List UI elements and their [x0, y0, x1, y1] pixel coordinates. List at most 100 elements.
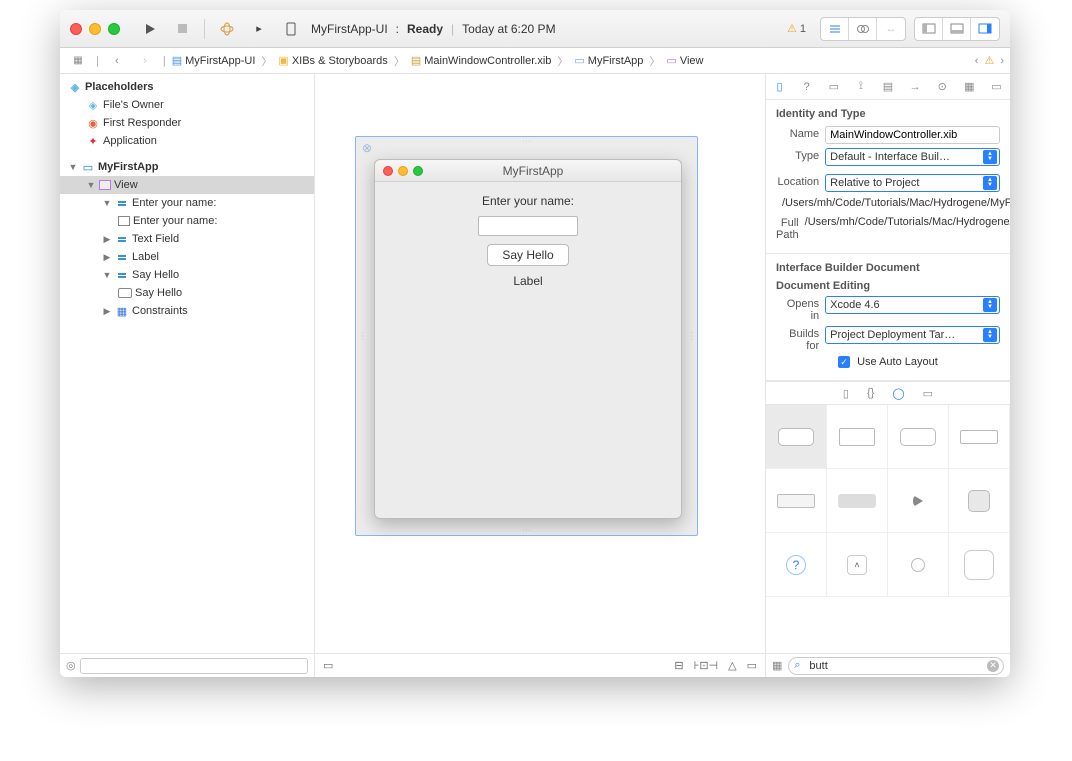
- panel-visibility-segmented[interactable]: [914, 17, 1000, 41]
- recessed-button-item[interactable]: [827, 469, 888, 533]
- sayhello-button-item[interactable]: ▼ Say Hello: [60, 266, 314, 284]
- issue-warning-icon[interactable]: ⚠: [984, 54, 994, 67]
- textured-button-item[interactable]: [949, 405, 1010, 469]
- object-library-grid[interactable]: ? ˄: [766, 405, 1010, 653]
- disclosure-button-item[interactable]: [888, 469, 949, 533]
- disclosure-icon[interactable]: ▶: [102, 234, 112, 245]
- standard-editor-icon[interactable]: [821, 18, 849, 40]
- left-panel-icon[interactable]: [915, 18, 943, 40]
- align-icon[interactable]: ⊟: [674, 659, 683, 672]
- location-select[interactable]: Relative to Project ▲▼: [825, 174, 1000, 192]
- type-select[interactable]: Default - Interface Buil… ▲▼: [825, 148, 1000, 166]
- filter-icon[interactable]: ◎: [66, 659, 76, 672]
- attributes-inspector-icon[interactable]: ⟟: [851, 80, 871, 93]
- assistant-editor-icon[interactable]: [849, 18, 877, 40]
- next-issue-icon[interactable]: ›: [1000, 55, 1004, 67]
- preview-window[interactable]: MyFirstApp Enter your name: Say Hello La…: [374, 159, 682, 519]
- auto-layout-row[interactable]: ✓ Use Auto Layout: [838, 356, 1000, 369]
- handle-icon[interactable]: ⋯: [686, 331, 697, 341]
- quick-help-icon[interactable]: ?: [797, 81, 817, 93]
- path-project[interactable]: MyFirstApp-UI: [185, 55, 255, 67]
- size-inspector-icon[interactable]: ▤: [878, 80, 898, 93]
- version-editor-icon[interactable]: ↔: [877, 18, 905, 40]
- label-item[interactable]: ▶ Label: [60, 248, 314, 266]
- scheme-device-icon[interactable]: [279, 18, 303, 40]
- outline-tree[interactable]: ◈ Placeholders ◈ File's Owner ◉ First Re…: [60, 74, 314, 653]
- gradient-button-item[interactable]: [827, 405, 888, 469]
- disclosure-icon[interactable]: ▼: [102, 198, 112, 208]
- preview-minimize-icon[interactable]: [398, 166, 408, 176]
- back-icon[interactable]: ‹: [105, 50, 129, 72]
- disclosure-icon[interactable]: ▼: [86, 180, 96, 190]
- resize-icon[interactable]: ▭: [747, 659, 757, 672]
- rounded-textured-item[interactable]: [949, 533, 1010, 597]
- file-template-icon[interactable]: ▯: [843, 387, 849, 400]
- jump-bar[interactable]: ▦ | ‹ › | ▤MyFirstApp-UI 〉 ▣XIBs & Story…: [60, 48, 1010, 74]
- outline-filter-input[interactable]: [80, 658, 308, 674]
- preview-close-icon[interactable]: [383, 166, 393, 176]
- bindings-inspector-icon[interactable]: ⊙: [932, 80, 952, 93]
- rounded-rect-button-item[interactable]: [888, 405, 949, 469]
- editor-mode-segmented[interactable]: ↔: [820, 17, 906, 41]
- builds-select[interactable]: Project Deployment Tar… ▲▼: [825, 326, 1000, 344]
- effects-inspector-icon[interactable]: ▦: [959, 80, 979, 93]
- path-view[interactable]: View: [680, 55, 704, 67]
- textfield-item[interactable]: ▶ Text Field: [60, 230, 314, 248]
- library-search-input[interactable]: ⌕ butt ✕: [788, 657, 1004, 675]
- disclosure-icon[interactable]: ▶: [102, 252, 112, 263]
- handle-icon[interactable]: ⋯: [522, 136, 532, 147]
- grid-view-icon[interactable]: ▦: [772, 659, 782, 672]
- inspector-tabs[interactable]: ▯ ? ▭ ⟟ ▤ → ⊙ ▦ ▭: [766, 74, 1010, 100]
- file-inspector-icon[interactable]: ▯: [770, 80, 790, 93]
- close-frame-icon[interactable]: ⊗: [362, 141, 372, 155]
- last-inspector-icon[interactable]: ▭: [986, 80, 1006, 93]
- opens-select[interactable]: Xcode 4.6 ▲▼: [825, 296, 1000, 314]
- files-owner-item[interactable]: ◈ File's Owner: [60, 96, 314, 114]
- enter-name-cell-item[interactable]: Enter your name:: [60, 212, 314, 230]
- media-library-icon[interactable]: ▭: [923, 387, 933, 400]
- window-group[interactable]: ▼ ▭ MyFirstApp: [60, 158, 314, 176]
- say-hello-button[interactable]: Say Hello: [487, 244, 568, 266]
- disclosure-icon[interactable]: ▶: [102, 306, 112, 317]
- object-library-icon[interactable]: ◯: [892, 387, 904, 400]
- canvas[interactable]: ⊗ ⋯ ⋯ ⋯ ⋯ MyFirstApp Enter your name: [315, 74, 765, 653]
- round-button-item[interactable]: [888, 533, 949, 597]
- code-snippet-icon[interactable]: {}: [867, 387, 874, 399]
- library-tabs[interactable]: ▯ {} ◯ ▭: [766, 381, 1010, 405]
- warnings-badge[interactable]: ⚠ 1: [787, 22, 806, 35]
- scheme-app-icon[interactable]: [215, 18, 239, 40]
- sayhello-cell-item[interactable]: Say Hello: [60, 284, 314, 302]
- forward-icon[interactable]: ›: [133, 50, 157, 72]
- square-button-item[interactable]: [949, 469, 1010, 533]
- toggle-outline-icon[interactable]: ▭: [323, 659, 333, 672]
- push-button-item[interactable]: [766, 405, 827, 469]
- pin-icon[interactable]: ⊦⊡⊣: [694, 659, 719, 672]
- disclosure-triangle-item[interactable]: ˄: [827, 533, 888, 597]
- view-item[interactable]: ▼ View: [60, 176, 314, 194]
- path-folder[interactable]: XIBs & Storyboards: [292, 55, 388, 67]
- resolve-issues-icon[interactable]: △: [728, 659, 736, 672]
- application-item[interactable]: ✦ Application: [60, 132, 314, 150]
- scheme-arrow-icon[interactable]: ▸: [247, 18, 271, 40]
- prev-issue-icon[interactable]: ‹: [975, 55, 979, 67]
- first-responder-item[interactable]: ◉ First Responder: [60, 114, 314, 132]
- constraints-item[interactable]: ▶ ▦ Constraints: [60, 302, 314, 320]
- disclosure-icon[interactable]: ▼: [102, 270, 112, 280]
- minimize-icon[interactable]: [89, 23, 101, 35]
- name-input[interactable]: [825, 126, 1000, 144]
- bottom-panel-icon[interactable]: [943, 18, 971, 40]
- disclosure-icon[interactable]: ▼: [68, 162, 78, 172]
- checkbox-icon[interactable]: ✓: [838, 356, 850, 368]
- enter-name-label-item[interactable]: ▼ Enter your name:: [60, 194, 314, 212]
- close-icon[interactable]: [70, 23, 82, 35]
- bevel-button-item[interactable]: [766, 469, 827, 533]
- name-input[interactable]: [478, 216, 578, 236]
- help-button-item[interactable]: ?: [766, 533, 827, 597]
- clear-icon[interactable]: ✕: [987, 660, 999, 672]
- handle-icon[interactable]: ⋯: [357, 331, 368, 341]
- path-file[interactable]: MainWindowController.xib: [424, 55, 551, 67]
- preview-zoom-icon[interactable]: [413, 166, 423, 176]
- handle-icon[interactable]: ⋯: [522, 525, 532, 536]
- connections-inspector-icon[interactable]: →: [905, 81, 925, 93]
- identity-inspector-icon[interactable]: ▭: [824, 80, 844, 93]
